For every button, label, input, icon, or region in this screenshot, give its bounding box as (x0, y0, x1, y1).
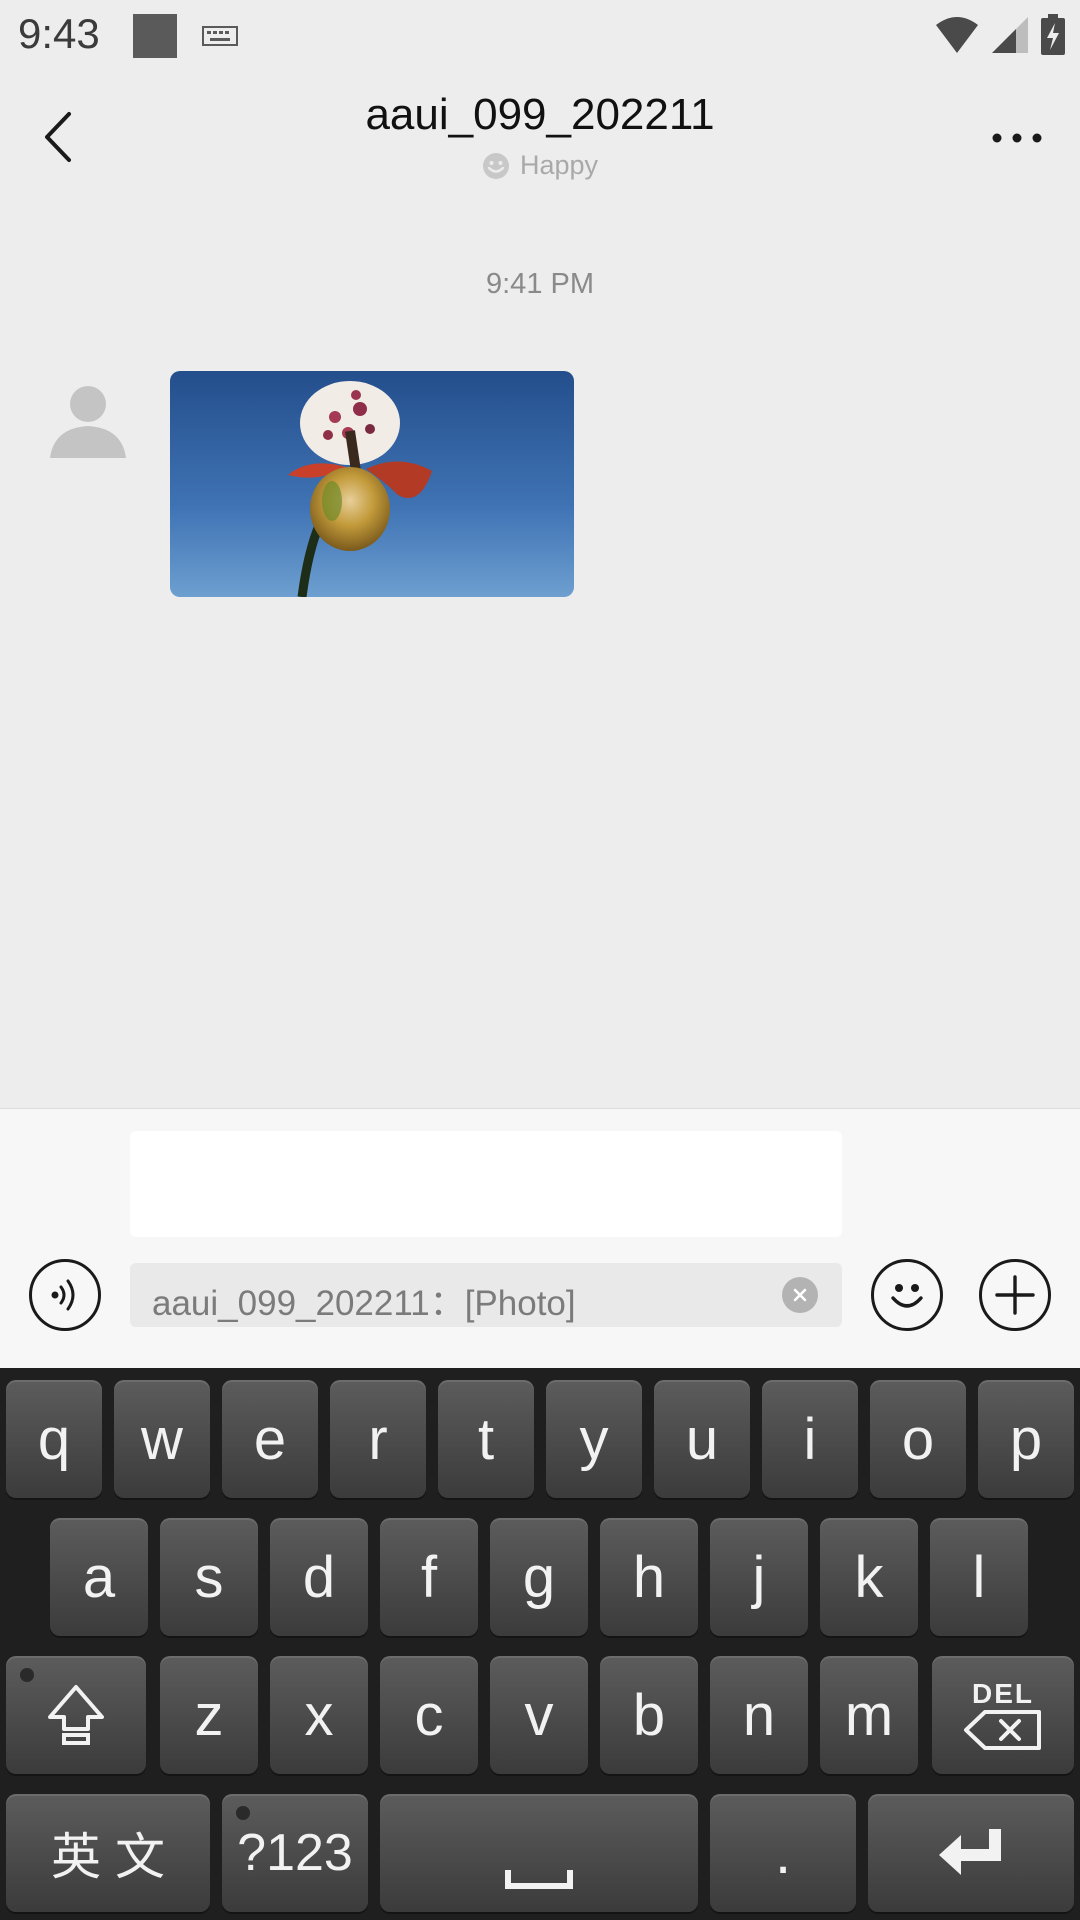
battery-charging-icon (1041, 14, 1065, 55)
avatar[interactable] (44, 376, 132, 464)
key-k[interactable]: k (820, 1518, 918, 1636)
key-f[interactable]: f (380, 1518, 478, 1636)
keyboard-status-icon (202, 26, 238, 46)
key-n[interactable]: n (710, 1656, 808, 1774)
chat-header: aaui_099_202211 Happy (0, 72, 1080, 202)
cell-signal-icon (992, 17, 1028, 53)
close-icon (793, 1288, 807, 1302)
more-functions-button[interactable] (979, 1259, 1051, 1331)
shift-arrow-icon (48, 1685, 104, 1745)
status-bar: 9:43 (0, 0, 1080, 72)
backspace-icon (964, 1710, 1041, 1750)
photo-message[interactable] (170, 371, 574, 597)
input-panel: aaui_099_202211：[Photo] (0, 1108, 1080, 1369)
emoji-button[interactable] (871, 1259, 943, 1331)
voice-input-button[interactable] (29, 1259, 101, 1331)
flower-photo (170, 371, 574, 597)
key-z[interactable]: z (160, 1656, 258, 1774)
default-avatar-icon (50, 386, 126, 458)
status-time: 9:43 (18, 10, 100, 57)
more-dots-icon (992, 133, 1042, 143)
key-y[interactable]: y (546, 1380, 642, 1498)
wifi-icon (936, 17, 978, 53)
key-d[interactable]: d (270, 1518, 368, 1636)
space-bar-icon (505, 1870, 573, 1889)
key-o[interactable]: o (870, 1380, 966, 1498)
quote-preview: aaui_099_202211：[Photo] (130, 1263, 842, 1327)
symbols-key-label: ?123 (237, 1824, 353, 1882)
notification-square-icon (133, 14, 177, 58)
key-m[interactable]: m (820, 1656, 918, 1774)
key-indicator-dot (20, 1668, 34, 1682)
key-s[interactable]: s (160, 1518, 258, 1636)
emoji-icon (891, 1284, 923, 1308)
language-switch-key[interactable]: 英 文 (6, 1794, 210, 1912)
key-t[interactable]: t (438, 1380, 534, 1498)
key-v[interactable]: v (490, 1656, 588, 1774)
enter-key[interactable] (868, 1794, 1074, 1912)
enter-arrow-icon (939, 1829, 1001, 1875)
key-e[interactable]: e (222, 1380, 318, 1498)
shift-key[interactable] (6, 1656, 146, 1774)
key-g[interactable]: g (490, 1518, 588, 1636)
key-c[interactable]: c (380, 1656, 478, 1774)
key-j[interactable]: j (710, 1518, 808, 1636)
quote-text: aaui_099_202211：[Photo] (152, 1284, 576, 1323)
key-indicator-dot (236, 1806, 250, 1820)
period-key[interactable]: . (710, 1794, 856, 1912)
smiley-status-icon (482, 152, 509, 179)
key-w[interactable]: w (114, 1380, 210, 1498)
contact-status: Happy (0, 150, 1080, 181)
space-key[interactable] (380, 1794, 698, 1912)
key-p[interactable]: p (978, 1380, 1074, 1498)
more-options-button[interactable] (982, 108, 1052, 168)
message-timestamp: 9:41 PM (486, 268, 594, 300)
key-x[interactable]: x (270, 1656, 368, 1774)
message-input[interactable] (130, 1131, 842, 1237)
key-i[interactable]: i (762, 1380, 858, 1498)
key-r[interactable]: r (330, 1380, 426, 1498)
status-text: Happy (519, 150, 599, 180)
clear-quote-button[interactable] (782, 1277, 818, 1313)
voice-icon (51, 1279, 75, 1311)
plus-icon (995, 1275, 1035, 1315)
delete-key[interactable]: DEL (932, 1656, 1074, 1774)
chat-title[interactable]: aaui_099_202211 (0, 90, 1080, 140)
symbols-key[interactable]: ?123 (222, 1794, 368, 1912)
key-b[interactable]: b (600, 1656, 698, 1774)
key-a[interactable]: a (50, 1518, 148, 1636)
key-u[interactable]: u (654, 1380, 750, 1498)
key-l[interactable]: l (930, 1518, 1028, 1636)
key-q[interactable]: q (6, 1380, 102, 1498)
soft-keyboard: q w e r t y u i o p a s d f g h j k l z … (0, 1368, 1080, 1920)
key-h[interactable]: h (600, 1518, 698, 1636)
del-label: DEL (972, 1678, 1034, 1709)
